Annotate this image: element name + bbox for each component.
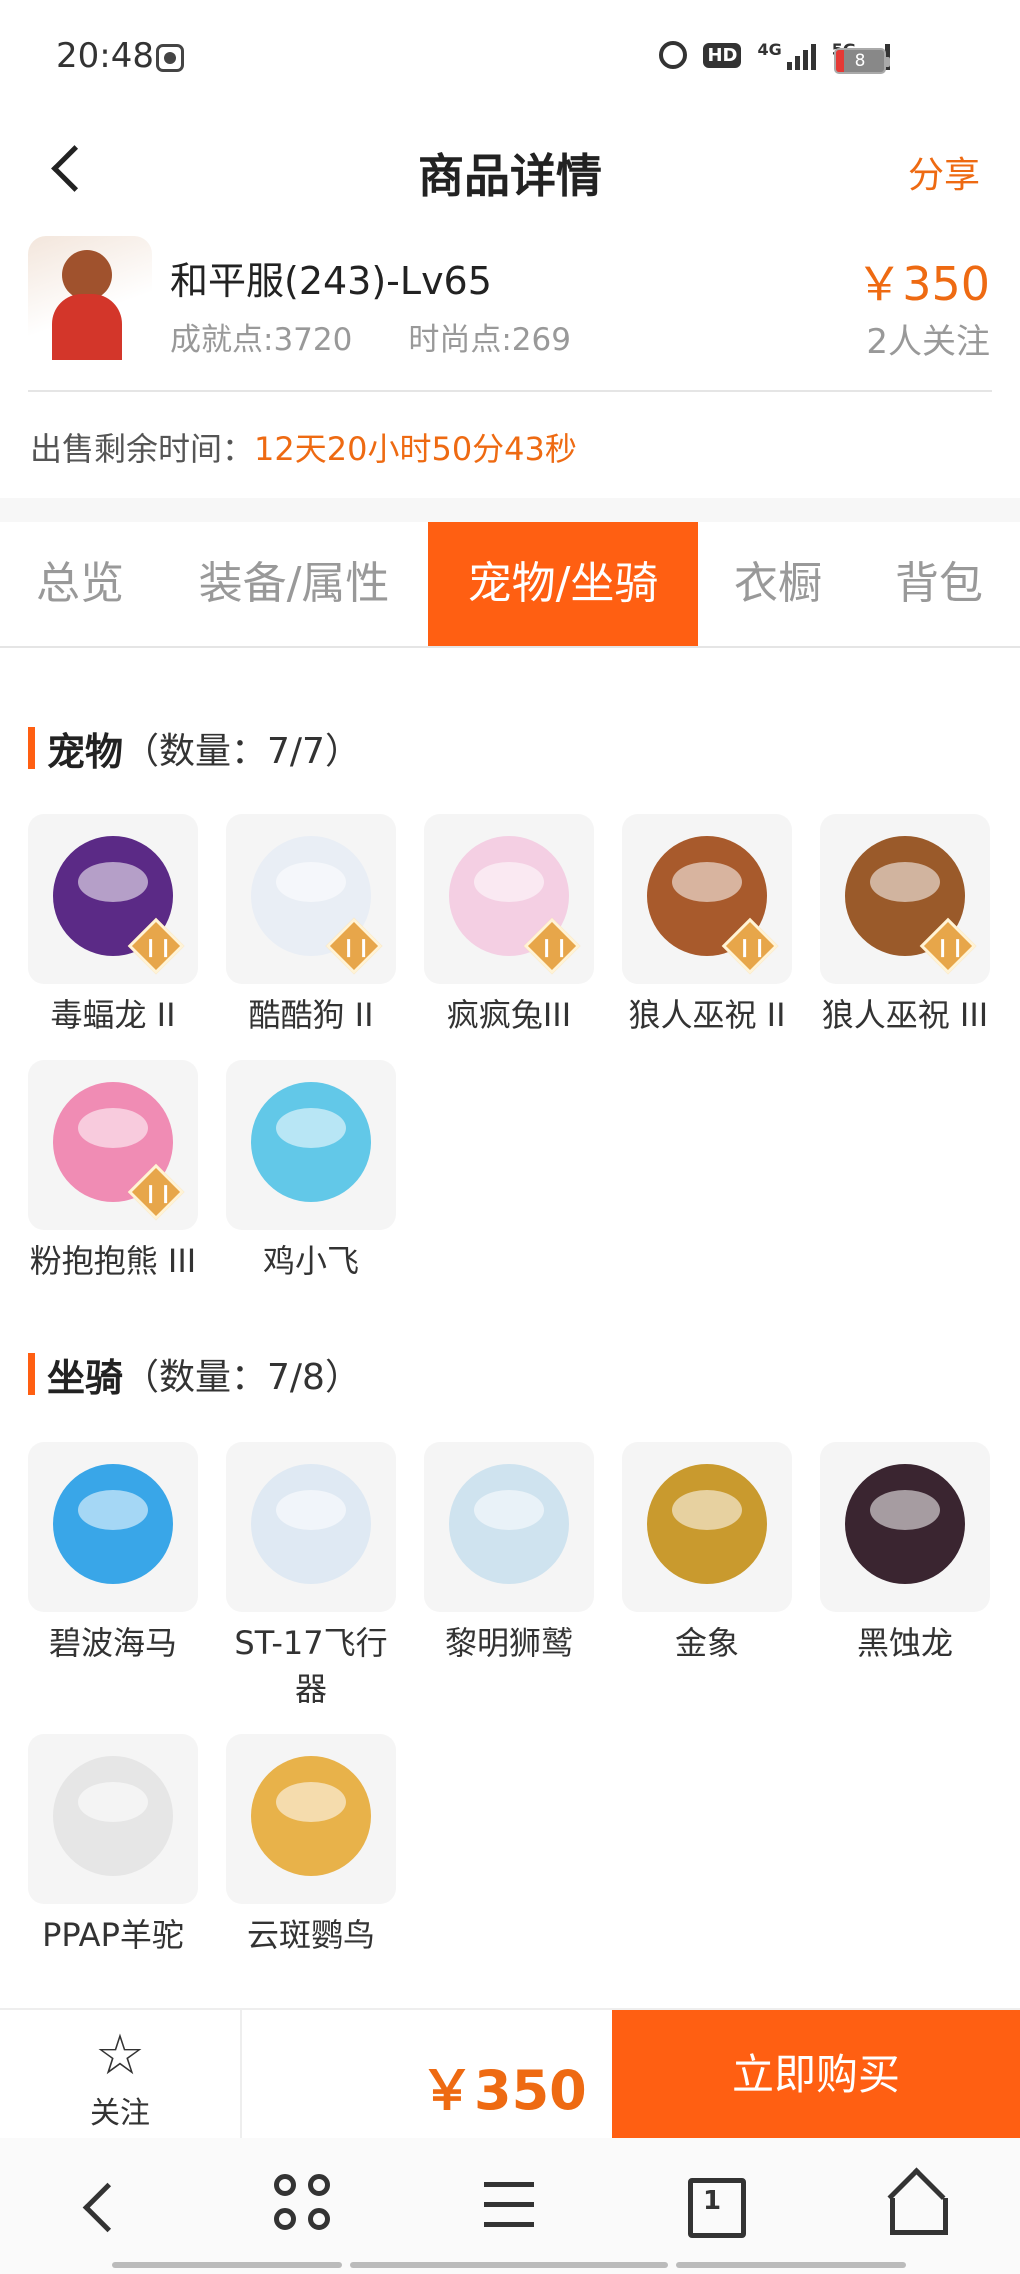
signal-4g-icon: 4G xyxy=(757,40,816,70)
item-name: 粉抱抱熊 III xyxy=(29,1242,197,1280)
item-name: 金象 xyxy=(674,1624,739,1662)
tab-wardrobe[interactable]: 衣橱 xyxy=(698,522,858,646)
action-bar: ☆ 关注 ￥350 立即购买 xyxy=(0,2008,1020,2140)
pet-item[interactable]: 鸡小飞 xyxy=(222,1060,400,1284)
item-name: ST-17飞行器 xyxy=(234,1624,388,1708)
tab-pets-mounts[interactable]: 宠物/坐骑 xyxy=(428,522,698,646)
system-navigation-bar: 1 xyxy=(0,2138,1020,2274)
product-stats: 成就点:3720 时尚点:269 xyxy=(170,314,571,359)
gesture-indicator xyxy=(112,2262,342,2268)
item-name: 碧波海马 xyxy=(48,1624,177,1662)
star-icon: ☆ xyxy=(94,2023,146,2088)
tab-backpack[interactable]: 背包 xyxy=(858,522,1020,646)
item-name: 毒蝠龙 II xyxy=(50,996,176,1034)
pink-bear-icon xyxy=(28,1060,198,1230)
werewolf-icon xyxy=(820,814,990,984)
nav-home-icon[interactable] xyxy=(876,2166,956,2246)
pets-title: 宠物 xyxy=(47,729,124,774)
alarm-icon xyxy=(659,41,688,69)
item-name: 黑蚀龙 xyxy=(856,1624,953,1662)
title-bar: 商品详情 分享 xyxy=(0,118,1020,222)
nav-apps-icon[interactable] xyxy=(266,2166,346,2246)
black-dragon-icon xyxy=(820,1442,990,1612)
seahorse-icon xyxy=(28,1442,198,1612)
mount-item[interactable]: 黑蚀龙 xyxy=(816,1442,994,1666)
item-name: 鸡小飞 xyxy=(262,1242,359,1280)
pink-rabbit-icon xyxy=(424,814,594,984)
follower-count: 2人关注 xyxy=(866,322,990,362)
item-name: PPAP羊驼 xyxy=(42,1916,184,1954)
item-name: 狼人巫祝 II xyxy=(628,996,786,1034)
mount-item[interactable]: ST-17飞行器 xyxy=(222,1442,400,1712)
bottom-price: ￥350 xyxy=(420,2059,587,2122)
divider xyxy=(28,390,992,392)
blue-chick-icon xyxy=(226,1060,396,1230)
section-marker xyxy=(28,1353,35,1395)
item-name: 酷酷狗 II xyxy=(248,996,374,1034)
battery-icon: 8 xyxy=(834,48,890,74)
item-name: 云斑鹦鸟 xyxy=(246,1916,375,1954)
product-summary: 和平服(243)-Lv65 成就点:3720 时尚点:269 ￥350 2人关注 xyxy=(0,232,1020,392)
sale-remaining-value: 12天20小时50分43秒 xyxy=(254,430,577,468)
mounts-title: 坐骑 xyxy=(47,1355,124,1400)
fashion-points: 时尚点:269 xyxy=(408,322,571,358)
status-bar: 20:48 HD 4G 5G 8 xyxy=(0,0,1020,118)
gesture-indicator xyxy=(676,2262,906,2268)
share-button[interactable]: 分享 xyxy=(908,146,980,198)
parrot-icon xyxy=(226,1734,396,1904)
mount-item[interactable]: 碧波海马 xyxy=(24,1442,202,1666)
sale-remaining-time: 出售剩余时间：12天20小时50分43秒 xyxy=(30,424,577,470)
buy-now-button[interactable]: 立即购买 xyxy=(612,2010,1020,2140)
tabs-count: 1 xyxy=(702,2186,722,2216)
sale-remaining-label: 出售剩余时间： xyxy=(30,430,255,468)
tab-overview[interactable]: 总览 xyxy=(0,522,160,646)
pet-item[interactable]: 狼人巫祝 III xyxy=(816,814,994,1038)
character-avatar xyxy=(28,236,152,360)
product-price: ￥350 xyxy=(856,257,990,311)
pets-section-title: 宠物 （数量：7/7） xyxy=(28,726,361,774)
mount-item[interactable]: 黎明狮鹫 xyxy=(420,1442,598,1666)
section-marker xyxy=(28,727,35,769)
griffin-icon xyxy=(424,1442,594,1612)
pet-item[interactable]: 酷酷狗 II xyxy=(222,814,400,1038)
detail-tabs: 总览 装备/属性 宠物/坐骑 衣橱 背包 xyxy=(0,522,1020,648)
gold-elephant-icon xyxy=(622,1442,792,1612)
item-name: 狼人巫祝 III xyxy=(821,996,989,1034)
gesture-indicator xyxy=(350,2262,668,2268)
mount-item[interactable]: 金象 xyxy=(618,1442,796,1666)
follow-label: 关注 xyxy=(90,2096,150,2131)
nav-tabs-icon[interactable]: 1 xyxy=(672,2166,752,2246)
achievement-points: 成就点:3720 xyxy=(170,322,353,358)
pets-count: （数量：7/7） xyxy=(123,731,361,772)
nav-menu-icon[interactable] xyxy=(470,2166,550,2246)
app-notification-icon xyxy=(156,44,184,72)
mounts-count: （数量：7/8） xyxy=(123,1357,361,1398)
alpaca-icon xyxy=(28,1734,198,1904)
pet-item[interactable]: 狼人巫祝 II xyxy=(618,814,796,1038)
nav-back-icon[interactable] xyxy=(60,2166,140,2246)
page-title: 商品详情 xyxy=(418,149,602,203)
purple-dragon-icon xyxy=(28,814,198,984)
section-separator xyxy=(0,498,1020,522)
product-name: 和平服(243)-Lv65 xyxy=(170,259,492,303)
status-time: 20:48 xyxy=(56,36,154,76)
tab-equipment[interactable]: 装备/属性 xyxy=(160,522,428,646)
mounts-section-title: 坐骑 （数量：7/8） xyxy=(28,1352,361,1400)
pet-item[interactable]: 毒蝠龙 II xyxy=(24,814,202,1038)
pet-item[interactable]: 疯疯兔III xyxy=(420,814,598,1038)
hd-icon: HD xyxy=(703,42,742,68)
aircraft-icon xyxy=(226,1442,396,1612)
item-name: 疯疯兔III xyxy=(446,996,572,1034)
item-name: 黎明狮鹫 xyxy=(444,1624,573,1662)
pet-item[interactable]: 粉抱抱熊 III xyxy=(24,1060,202,1284)
mount-item[interactable]: PPAP羊驼 xyxy=(24,1734,202,1958)
werewolf-icon xyxy=(622,814,792,984)
follow-button[interactable]: ☆ 关注 xyxy=(0,2010,242,2140)
white-dog-icon xyxy=(226,814,396,984)
mount-item[interactable]: 云斑鹦鸟 xyxy=(222,1734,400,1958)
